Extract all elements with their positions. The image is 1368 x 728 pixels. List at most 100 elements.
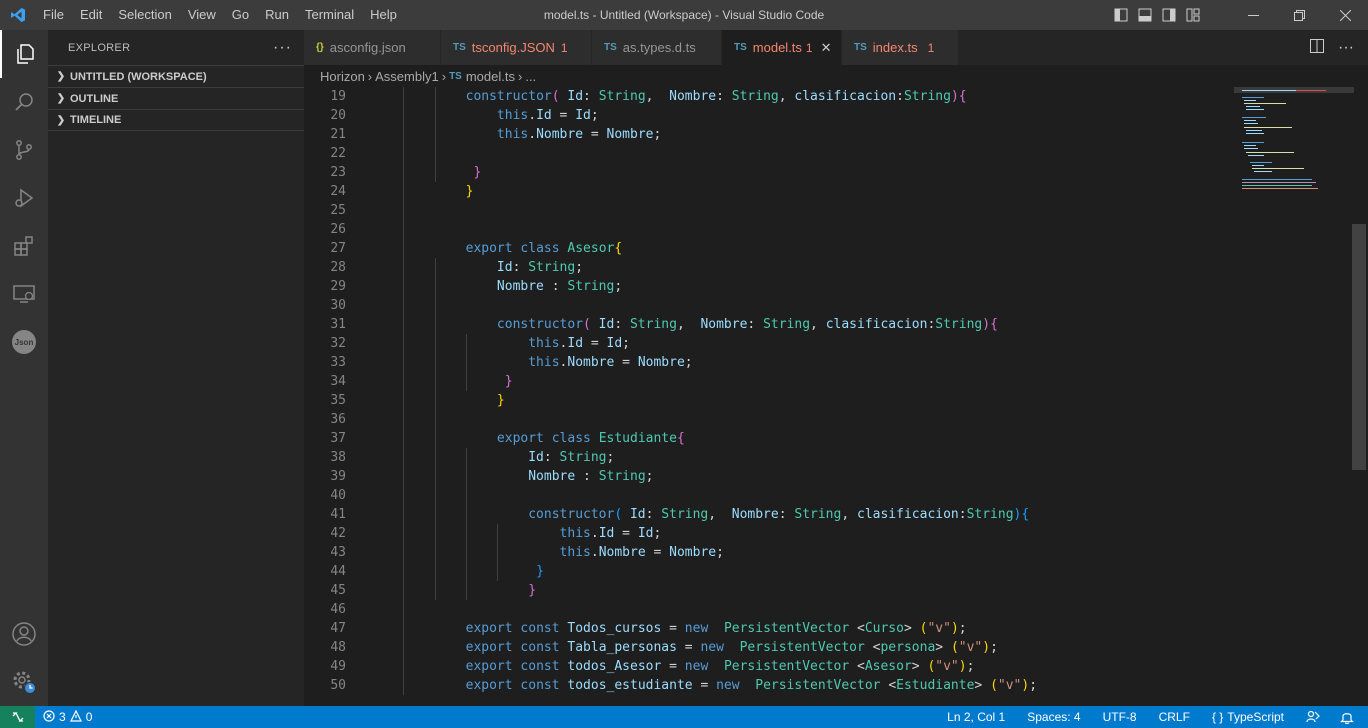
encoding[interactable]: UTF-8 — [1095, 710, 1151, 724]
indentation[interactable]: Spaces: 4 — [1019, 710, 1094, 724]
minimize-button[interactable] — [1230, 0, 1276, 30]
manage-gear-icon[interactable] — [0, 658, 48, 706]
code-editor[interactable]: 19 constructor( Id: String, Nombre: Stri… — [304, 87, 1368, 706]
menu-edit[interactable]: Edit — [72, 0, 110, 30]
more-actions-icon[interactable]: ··· — [273, 39, 292, 57]
breadcrumb-item[interactable]: Horizon — [320, 69, 365, 84]
code-line[interactable]: 31 constructor( Id: String, Nombre: Stri… — [304, 315, 1234, 334]
extensions-icon[interactable] — [0, 222, 48, 270]
menu-run[interactable]: Run — [257, 0, 297, 30]
code-line[interactable]: 24 } — [304, 182, 1234, 201]
restore-button[interactable] — [1276, 0, 1322, 30]
tab-tsconfig[interactable]: TS tsconfig.JSON 1 — [441, 30, 592, 65]
code-line[interactable]: 50 export const todos_estudiante = new P… — [304, 676, 1234, 695]
close-tab-icon[interactable]: ✕ — [821, 40, 832, 56]
ts-file-icon: TS — [449, 70, 462, 82]
code-line[interactable]: 34 } — [304, 372, 1234, 391]
language-mode[interactable]: { } TypeScript — [1204, 710, 1298, 724]
toggle-secondary-sidebar-icon[interactable] — [1162, 8, 1176, 22]
tab-model[interactable]: TS model.ts 1 ✕ — [722, 30, 842, 65]
line-code: this.Id = Id; — [559, 526, 662, 541]
section-workspace[interactable]: ❯ UNTITLED (WORKSPACE) — [48, 65, 304, 87]
code-line[interactable]: 25 — [304, 201, 1234, 220]
code-line[interactable]: 33 this.Nombre = Nombre; — [304, 353, 1234, 372]
code-line[interactable]: 48 export const Tabla_personas = new Per… — [304, 638, 1234, 657]
problem-count-badge: 1 — [927, 40, 935, 55]
section-outline[interactable]: ❯ OUTLINE — [48, 87, 304, 109]
close-window-button[interactable] — [1322, 0, 1368, 30]
code-line[interactable]: 49 export const todos_Asesor = new Persi… — [304, 657, 1234, 676]
menu-help[interactable]: Help — [362, 0, 405, 30]
line-number: 45 — [330, 583, 346, 598]
warning-count: 0 — [85, 710, 93, 724]
code-line[interactable]: 26 — [304, 220, 1234, 239]
ts-file-icon: TS — [604, 42, 617, 53]
customize-layout-icon[interactable] — [1186, 8, 1200, 22]
minimap[interactable] — [1234, 87, 1354, 706]
toggle-panel-icon[interactable] — [1138, 8, 1152, 22]
code-line[interactable]: 47 export const Todos_cursos = new Persi… — [304, 619, 1234, 638]
code-line[interactable]: 40 — [304, 486, 1234, 505]
menu-go[interactable]: Go — [224, 0, 257, 30]
line-code: this.Id = Id; — [496, 108, 599, 123]
explorer-icon[interactable] — [0, 30, 48, 78]
code-line[interactable]: 42 this.Id = Id; — [304, 524, 1234, 543]
search-icon[interactable] — [0, 78, 48, 126]
code-line[interactable]: 29 Nombre : String; — [304, 277, 1234, 296]
line-code: constructor( Id: String, Nombre: String,… — [528, 507, 1030, 522]
code-line[interactable]: 43 this.Nombre = Nombre; — [304, 543, 1234, 562]
code-line[interactable]: 23 } — [304, 163, 1234, 182]
code-line[interactable]: 37 export class Estudiante{ — [304, 429, 1234, 448]
remote-indicator-icon[interactable] — [0, 706, 35, 728]
explorer-sidebar: EXPLORER ··· ❯ UNTITLED (WORKSPACE) ❯ OU… — [48, 30, 304, 706]
run-debug-icon[interactable] — [0, 174, 48, 222]
section-workspace-label: UNTITLED (WORKSPACE) — [70, 70, 207, 83]
code-line[interactable]: 27 export class Asesor{ — [304, 239, 1234, 258]
menu-terminal[interactable]: Terminal — [297, 0, 362, 30]
source-control-icon[interactable] — [0, 126, 48, 174]
menu-selection[interactable]: Selection — [110, 0, 179, 30]
code-line[interactable]: 46 — [304, 600, 1234, 619]
section-timeline[interactable]: ❯ TIMELINE — [48, 109, 304, 131]
code-line[interactable]: 41 constructor( Id: String, Nombre: Stri… — [304, 505, 1234, 524]
code-line[interactable]: 35 } — [304, 391, 1234, 410]
tab-asconfig[interactable]: {} asconfig.json — [304, 30, 441, 65]
tab-index[interactable]: TS index.ts 1 — [842, 30, 959, 65]
notifications-bell-icon[interactable] — [1332, 710, 1368, 724]
menu-file[interactable]: File — [35, 0, 72, 30]
remote-explorer-icon[interactable] — [0, 270, 48, 318]
json-icon[interactable]: Json — [0, 318, 48, 366]
code-line[interactable]: 36 — [304, 410, 1234, 429]
code-line[interactable]: 32 this.Id = Id; — [304, 334, 1234, 353]
more-actions-icon[interactable]: ··· — [1338, 39, 1354, 57]
accounts-icon[interactable] — [0, 610, 48, 658]
code-line[interactable]: 19 constructor( Id: String, Nombre: Stri… — [304, 87, 1234, 106]
breadcrumb-item[interactable]: Assembly1 — [375, 69, 439, 84]
code-line[interactable]: 22 — [304, 144, 1234, 163]
code-line[interactable]: 44 } — [304, 562, 1234, 581]
code-line[interactable]: 28 Id: String; — [304, 258, 1234, 277]
activity-bar: Json — [0, 30, 48, 706]
vertical-scrollbar[interactable] — [1352, 224, 1366, 470]
code-line[interactable]: 20 this.Id = Id; — [304, 106, 1234, 125]
problems-indicator[interactable]: 3 0 — [35, 709, 100, 725]
toggle-sidebar-icon[interactable] — [1114, 8, 1128, 22]
line-number: 50 — [330, 678, 346, 693]
menu-view[interactable]: View — [180, 0, 224, 30]
breadcrumb-item[interactable]: ... — [525, 69, 536, 84]
chevron-right-icon: ❯ — [56, 114, 66, 126]
feedback-icon[interactable] — [1298, 710, 1332, 724]
code-line[interactable]: 45 } — [304, 581, 1234, 600]
end-of-line[interactable]: CRLF — [1151, 710, 1204, 724]
code-line[interactable]: 38 Id: String; — [304, 448, 1234, 467]
split-editor-icon[interactable] — [1310, 39, 1325, 56]
line-code: } — [536, 564, 544, 579]
tab-as-types[interactable]: TS as.types.d.ts — [592, 30, 722, 65]
code-line[interactable]: 39 Nombre : String; — [304, 467, 1234, 486]
breadcrumb-item[interactable]: model.ts — [466, 69, 515, 84]
code-line[interactable]: 30 — [304, 296, 1234, 315]
line-number: 35 — [330, 393, 346, 408]
code-line[interactable]: 21 this.Nombre = Nombre; — [304, 125, 1234, 144]
cursor-position[interactable]: Ln 2, Col 1 — [939, 710, 1019, 724]
error-count: 3 — [59, 710, 66, 724]
